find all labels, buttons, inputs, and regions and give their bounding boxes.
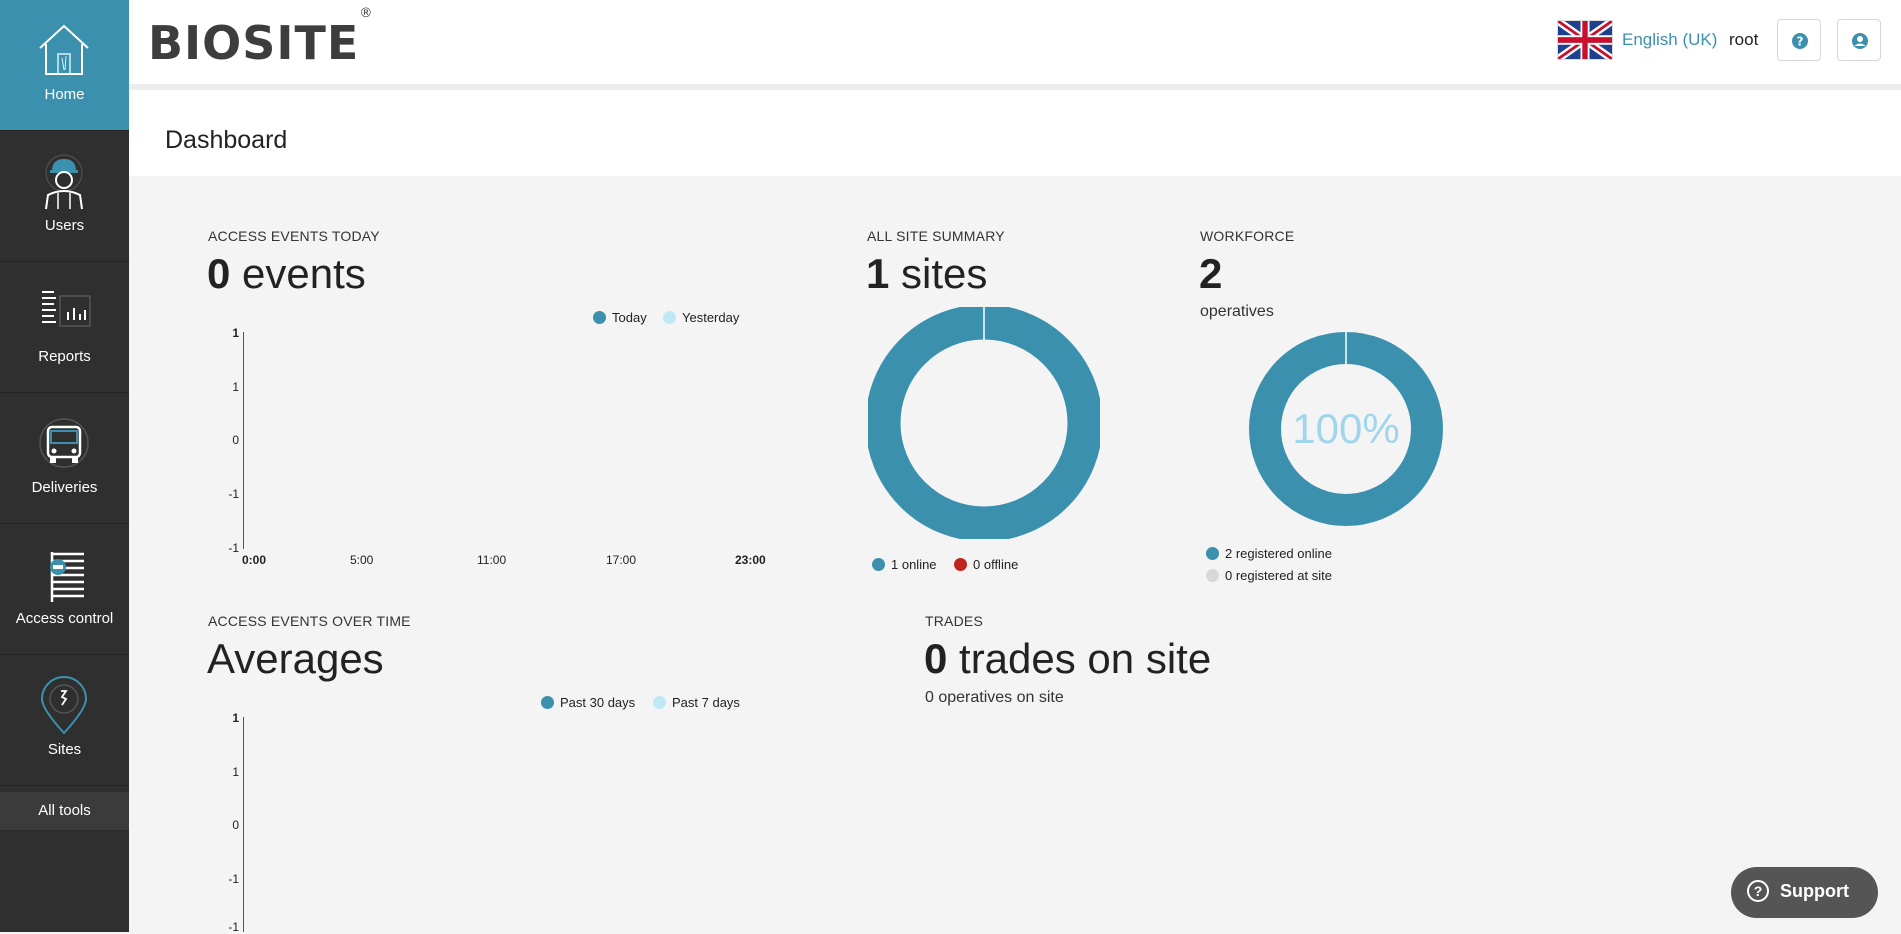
trades-count: 0 trades on site (924, 635, 1211, 683)
legend-online-label: 1 online (891, 557, 937, 572)
y-tick: -1 (228, 872, 239, 886)
x-tick: 23:00 (735, 553, 766, 567)
access-today-label: ACCESS EVENTS TODAY (208, 228, 380, 244)
nav-sites[interactable]: Sites (0, 655, 129, 786)
logo-text: BIOSITE (148, 16, 360, 70)
trades-sub: 0 operatives on site (925, 689, 1064, 706)
y-tick: 0 (232, 433, 239, 447)
nav-deliveries[interactable]: Deliveries (0, 393, 129, 524)
site-summary-count-value: 1 (866, 250, 890, 297)
y-tick: -1 (228, 487, 239, 501)
help-button[interactable]: ? (1777, 19, 1821, 61)
legend-online-dot (872, 558, 885, 571)
nav-users-label: Users (44, 217, 85, 234)
legend-registered-online-label: 2 registered online (1225, 546, 1332, 561)
workforce-sub: operatives (1200, 303, 1274, 320)
site-summary-count-unit: sites (889, 250, 988, 297)
support-label: Support (1780, 881, 1849, 901)
x-tick: 17:00 (606, 553, 637, 567)
trades-count-value: 0 (924, 635, 948, 682)
access-over-time-title: Averages (207, 635, 384, 682)
x-tick: 0:00 (242, 553, 267, 567)
legend-registered-online[interactable]: 2 registered online (1206, 546, 1332, 561)
trades-label: TRADES (925, 613, 983, 629)
nav-reports-label: Reports (38, 348, 91, 365)
access-today-count-value: 0 (207, 250, 231, 297)
workforce-label: WORKFORCE (1200, 228, 1295, 244)
access-over-time-label: ACCESS EVENTS OVER TIME (208, 613, 411, 629)
legend-past-30-days-dot (541, 696, 554, 709)
legend-online[interactable]: 1 online (872, 557, 937, 572)
y-tick: 1 (232, 765, 239, 779)
y-tick: 1 (232, 711, 239, 725)
legend-past-30-days-label: Past 30 days (560, 695, 636, 710)
trades-count-unit: trades on site (947, 635, 1212, 682)
site-summary-donut (868, 307, 1100, 539)
page-title-bar: Dashboard (129, 90, 1901, 176)
nav-access-control-label: Access control (15, 610, 114, 627)
y-tick: -1 (228, 541, 239, 555)
username: root (1729, 30, 1759, 49)
help-icon: ? (1792, 33, 1808, 49)
nav-deliveries-label: Deliveries (31, 479, 98, 496)
legend-yesterday-dot (663, 311, 676, 324)
map-pin-icon (40, 676, 88, 735)
legend-past-7-days-dot (653, 696, 666, 709)
legend-registered-online-dot (1206, 547, 1219, 560)
nav-sites-label: Sites (47, 741, 82, 758)
legend-registered-at-site[interactable]: 0 registered at site (1206, 568, 1332, 583)
question-circle-icon: ? (1747, 880, 1769, 902)
access-today-count: 0 events (207, 250, 366, 298)
worker-icon (45, 154, 83, 210)
legend-past-30-days[interactable]: Past 30 days (541, 695, 635, 710)
svg-text:?: ? (1797, 35, 1804, 49)
turnstile-icon (50, 552, 84, 602)
site-summary-count: 1 sites (866, 250, 987, 298)
truck-icon (39, 418, 89, 468)
top-header: BIOSITE® English (UK) root ? (129, 0, 1901, 90)
support-button[interactable]: ? Support (1731, 867, 1878, 918)
account-button[interactable] (1837, 19, 1881, 61)
logo-registered-mark: ® (359, 5, 374, 21)
page-title: Dashboard (165, 126, 288, 154)
workforce-percent: 100% (1292, 405, 1400, 452)
nav-reports[interactable]: Reports (0, 262, 129, 393)
legend-offline-dot (954, 558, 967, 571)
legend-registered-at-site-label: 0 registered at site (1225, 568, 1332, 583)
home-icon (39, 24, 89, 75)
legend-offline-label: 0 offline (973, 557, 1019, 572)
nav-access-control[interactable]: Access control (0, 524, 129, 655)
x-tick: 5:00 (350, 553, 374, 567)
y-tick: 1 (232, 380, 239, 394)
legend-yesterday[interactable]: Yesterday (663, 310, 739, 325)
uk-flag-icon[interactable] (1557, 20, 1613, 60)
nav-all-tools[interactable]: All tools (0, 792, 129, 831)
y-tick: 0 (232, 818, 239, 832)
access-over-time-y-axis (243, 717, 244, 932)
biosite-logo[interactable]: BIOSITE® (148, 6, 373, 70)
legend-offline[interactable]: 0 offline (954, 557, 1018, 572)
reports-icon (42, 291, 91, 327)
legend-registered-at-site-dot (1206, 569, 1219, 582)
legend-today-dot (593, 311, 606, 324)
workforce-count: 2 (1199, 250, 1223, 297)
legend-today[interactable]: Today (593, 310, 647, 325)
legend-yesterday-label: Yesterday (682, 310, 740, 325)
access-today-count-unit: events (230, 250, 366, 297)
sidebar: Home Users Reports Deliveries Access con… (0, 0, 129, 932)
site-summary-label: ALL SITE SUMMARY (867, 228, 1005, 244)
legend-past-7-days[interactable]: Past 7 days (653, 695, 740, 710)
donut-slice-online[interactable] (868, 307, 1100, 539)
access-today-y-axis (243, 332, 244, 549)
legend-past-7-days-label: Past 7 days (672, 695, 740, 710)
legend-today-label: Today (612, 310, 647, 325)
user-circle-icon (1852, 33, 1868, 49)
language-selector[interactable]: English (UK) (1622, 30, 1717, 50)
nav-users[interactable]: Users (0, 131, 129, 262)
y-tick: 1 (232, 326, 239, 340)
x-tick: 11:00 (477, 553, 507, 567)
nav-home-label: Home (44, 86, 85, 103)
nav-home[interactable]: Home (0, 0, 129, 131)
